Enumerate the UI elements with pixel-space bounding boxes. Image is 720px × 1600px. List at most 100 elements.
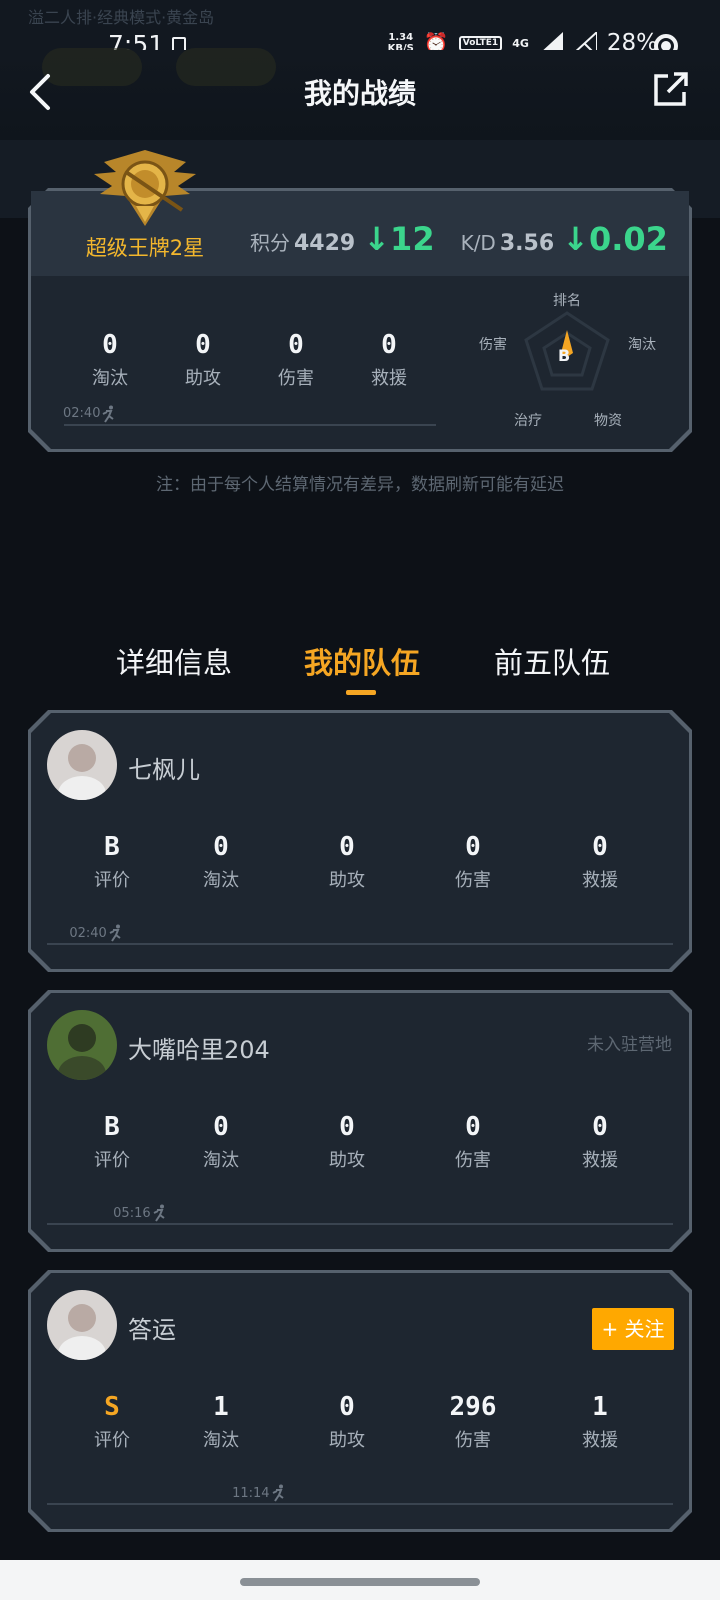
player-stat-value: 0 — [339, 832, 355, 862]
survival-time: 11:14 — [232, 1486, 270, 1501]
summary-stat: 0 淘汰 — [70, 330, 150, 390]
summary-stat-value: 0 — [195, 330, 211, 360]
runner-icon — [272, 1484, 284, 1502]
avatar[interactable] — [47, 1010, 117, 1080]
player-stat-value: 0 — [592, 1112, 608, 1142]
score-delta-value: 12 — [390, 220, 435, 258]
player-stat-label: 评价 — [94, 870, 130, 891]
player-stat-label: 评价 — [94, 1150, 130, 1171]
player-stat: 0 淘汰 — [181, 1112, 261, 1172]
player-stat-value: B — [104, 1112, 120, 1142]
signal-icon: 4G — [512, 37, 529, 50]
page-title: 我的战绩 — [303, 77, 416, 110]
survival-timeline — [47, 1503, 673, 1505]
player-stat-value: 0 — [339, 1392, 355, 1422]
player-stat-label: 救援 — [582, 1430, 618, 1451]
player-name[interactable]: 七枫儿 — [128, 750, 200, 785]
player-stat-label: 伤害 — [455, 870, 491, 891]
survival-time: 02:40 — [63, 406, 101, 421]
player-stat-value: 0 — [465, 1112, 481, 1142]
ghost-banner-text: 溢二人排·经典模式·黄金岛 — [28, 8, 215, 27]
delay-note: 注：由于每个人结算情况有差异，数据刷新可能有延迟 — [156, 475, 564, 495]
tab-active-indicator — [346, 690, 376, 695]
player-stat: B 评价 — [72, 1112, 152, 1172]
player-stat: S 评价 — [72, 1392, 152, 1452]
summary-stat-label: 救援 — [371, 368, 407, 389]
summary-stat: 0 伤害 — [256, 330, 336, 390]
player-name[interactable]: 大嘴哈里204 — [128, 1030, 270, 1065]
player-stat-value: S — [104, 1392, 120, 1422]
follow-button[interactable]: + 关注 — [592, 1308, 674, 1350]
radar-label-top: 排名 — [553, 293, 581, 309]
player-name[interactable]: 答运 — [128, 1310, 176, 1345]
summary-stat: 0 救援 — [349, 330, 429, 390]
score-row: 积分 4429 ↓12 K/D 3.56 ↓0.02 — [250, 220, 668, 258]
score-value: 4429 — [294, 231, 356, 256]
tab-top-five[interactable]: 前五队伍 — [494, 640, 610, 682]
summary-stat-value: 0 — [288, 330, 304, 360]
survival-time: 02:40 — [69, 926, 107, 941]
player-stat-label: 助攻 — [329, 1150, 365, 1171]
score-label: 积分 — [250, 231, 290, 255]
survival-timeline — [47, 943, 673, 945]
player-stat: 0 助攻 — [307, 1112, 387, 1172]
survival-timeline — [64, 424, 436, 426]
radar-label-bottom-right: 物资 — [594, 413, 622, 429]
player-stat: 0 伤害 — [433, 1112, 513, 1172]
survival-timeline — [47, 1223, 673, 1225]
avatar-image — [47, 1290, 117, 1360]
summary-stat-label: 淘汰 — [92, 368, 128, 389]
player-stat-value: 0 — [592, 832, 608, 862]
summary-stat: 0 助攻 — [163, 330, 243, 390]
player-stat: 0 助攻 — [307, 832, 387, 892]
player-stat: 296 伤害 — [433, 1392, 513, 1452]
player-stat: 0 助攻 — [307, 1392, 387, 1452]
player-stat-label: 助攻 — [329, 870, 365, 891]
summary-stat-value: 0 — [102, 330, 118, 360]
avatar-image — [47, 1010, 117, 1080]
kd-label: K/D — [460, 231, 496, 255]
player-stat-label: 救援 — [582, 870, 618, 891]
home-indicator[interactable] — [240, 1578, 480, 1586]
runner-icon — [153, 1204, 165, 1222]
player-stat-value: 0 — [213, 832, 229, 862]
kd-delta: ↓0.02 — [562, 220, 668, 258]
rank-name: 超级王牌2星 — [85, 236, 205, 260]
player-stat-value: 1 — [592, 1392, 608, 1422]
summary-stat-value: 0 — [381, 330, 397, 360]
survival-time: 05:16 — [113, 1206, 151, 1221]
player-stat-value: 0 — [465, 832, 481, 862]
player-stat-label: 救援 — [582, 1150, 618, 1171]
down-arrow-icon: ↓ — [562, 220, 589, 258]
player-stat-label: 伤害 — [455, 1430, 491, 1451]
tab-my-team[interactable]: 我的队伍 — [304, 640, 420, 682]
net-speed-value: 1.34 — [388, 32, 414, 43]
player-stat: 1 淘汰 — [181, 1392, 261, 1452]
player-stat-label: 淘汰 — [203, 1150, 239, 1171]
radar-label-right: 淘汰 — [628, 337, 656, 353]
player-stat: 0 救援 — [560, 832, 640, 892]
runner-icon — [109, 924, 121, 942]
radar-label-bottom-left: 治疗 — [514, 413, 542, 429]
avatar[interactable] — [47, 1290, 117, 1360]
summary-stat-label: 助攻 — [185, 368, 221, 389]
player-stat: 1 救援 — [560, 1392, 640, 1452]
player-stat-value: B — [104, 832, 120, 862]
rank-emblem-icon — [94, 150, 196, 226]
player-stat-value: 0 — [213, 1112, 229, 1142]
player-stat-value: 1 — [213, 1392, 229, 1422]
player-stat: B 评价 — [72, 832, 152, 892]
volte-icon: VoLTE1 — [458, 35, 503, 51]
player-stat-label: 伤害 — [455, 1150, 491, 1171]
kd-delta-value: 0.02 — [588, 220, 668, 258]
radar-label-left: 伤害 — [479, 337, 507, 353]
network-label: 4G — [512, 36, 529, 50]
avatar[interactable] — [47, 730, 117, 800]
player-stat: 0 淘汰 — [181, 832, 261, 892]
runner-icon — [102, 405, 114, 423]
summary-stat-label: 伤害 — [278, 368, 314, 389]
tab-bar: 详细信息 我的队伍 前五队伍 — [0, 640, 720, 690]
share-icon[interactable] — [652, 70, 690, 108]
tab-details[interactable]: 详细信息 — [116, 640, 232, 682]
avatar-image — [47, 730, 117, 800]
